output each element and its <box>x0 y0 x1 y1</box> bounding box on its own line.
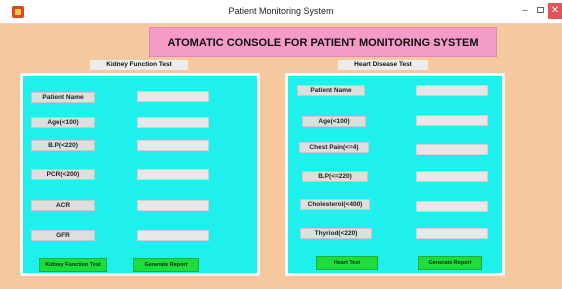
kidney-gfr-input[interactable] <box>137 230 209 241</box>
kidney-section-title: Kidney Function Test <box>90 60 188 70</box>
window-titlebar: Patient Monitoring System – ✕ <box>0 0 562 24</box>
heart-label-thyroid: Thyriod(<220) <box>300 228 372 239</box>
kidney-label-acr: ACR <box>31 200 95 211</box>
heart-label-chest-pain: Chest Pain(<=4) <box>299 142 369 153</box>
heart-label-age: Age(<100) <box>302 116 366 127</box>
kidney-patient-name-input[interactable] <box>137 91 209 102</box>
heart-test-button[interactable]: Heart Test <box>316 256 378 270</box>
heart-cholesterol-input[interactable] <box>416 201 488 212</box>
heart-label-bp: B.P(<=220) <box>302 171 368 182</box>
console-banner: ATOMATIC CONSOLE FOR PATIENT MONITORING … <box>149 27 497 57</box>
close-button[interactable]: ✕ <box>548 3 562 19</box>
kidney-label-age: Age(<100) <box>31 117 95 128</box>
heart-patient-name-input[interactable] <box>416 85 488 96</box>
kidney-pcr-input[interactable] <box>137 169 209 180</box>
maximize-icon <box>536 7 544 14</box>
heart-section-title: Heart Disease Test <box>338 60 428 70</box>
heart-bp-input[interactable] <box>416 171 488 182</box>
heart-label-cholesterol: Cholesterol(<400) <box>300 199 370 210</box>
minimize-button[interactable]: – <box>518 3 532 19</box>
heart-age-input[interactable] <box>416 115 488 126</box>
kidney-label-bp: B.P(<220) <box>31 140 95 151</box>
kidney-bp-input[interactable] <box>137 140 209 151</box>
kidney-label-pcr: PCR(<200) <box>31 169 95 180</box>
kidney-acr-input[interactable] <box>137 200 209 211</box>
kidney-age-input[interactable] <box>137 117 209 128</box>
kidney-generate-report-button[interactable]: Generate Report <box>133 258 199 272</box>
window-title: Patient Monitoring System <box>228 6 334 16</box>
maximize-button[interactable] <box>534 3 546 19</box>
kidney-function-test-button[interactable]: Kidney Function Test <box>39 258 107 272</box>
heart-chest-pain-input[interactable] <box>416 144 488 155</box>
heart-label-patient-name: Patient Name <box>297 85 365 96</box>
kidney-label-patient-name: Patient Name <box>31 92 95 103</box>
heart-generate-report-button[interactable]: Generate Report <box>418 256 482 270</box>
heart-thyroid-input[interactable] <box>416 228 488 239</box>
kidney-label-gfr: GFR <box>31 230 95 241</box>
